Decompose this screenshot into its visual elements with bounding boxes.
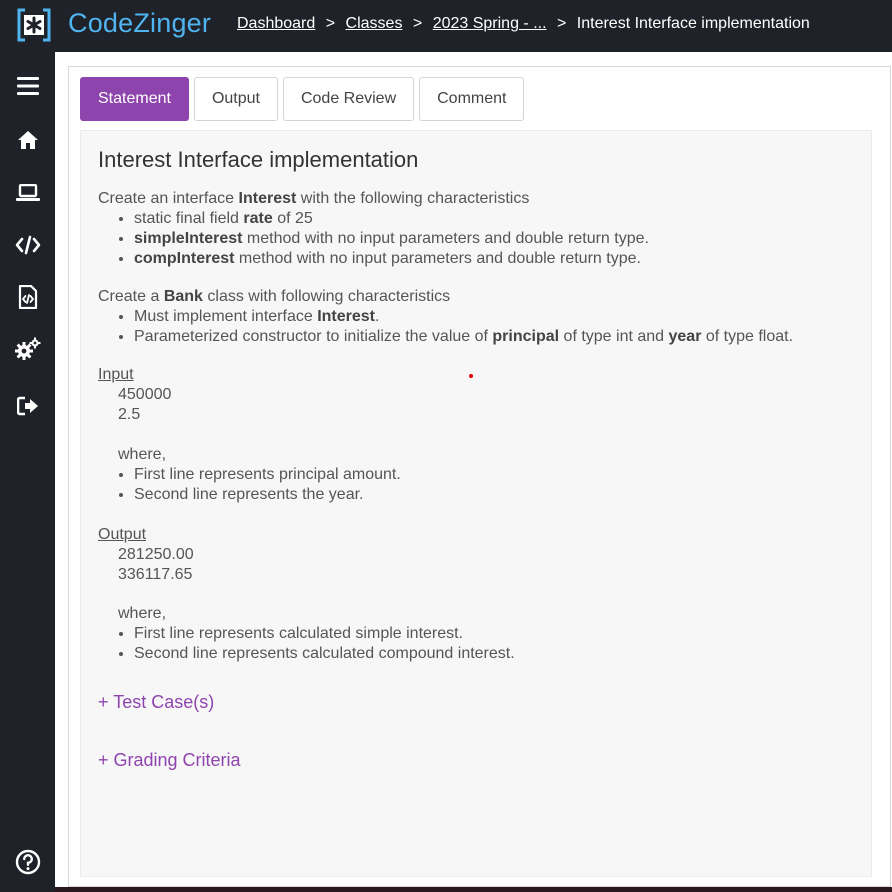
laptop-icon[interactable] [14,179,42,207]
output-line: 281250.00 [118,546,194,563]
list-item: static final field rate of 25 [134,209,854,229]
tab-bar: Statement Output Code Review Comment [80,77,529,121]
input-line: 2.5 [118,406,141,423]
where-label: where, [118,446,167,463]
code-icon[interactable] [14,231,42,259]
statement-content: Interest Interface implementation Create… [80,130,872,877]
output-notes: First line represents calculated simple … [134,624,854,664]
brand-name[interactable]: CodeZinger [68,8,211,39]
breadcrumb-separator: > [412,15,423,32]
logo-icon[interactable] [16,7,52,43]
code-file-icon[interactable] [14,283,42,311]
home-icon[interactable] [14,126,42,154]
problem-card: Statement Output Code Review Comment Int… [68,66,891,887]
list-item: Parameterized constructor to initialize … [134,327,854,347]
list-item: simpleInterest method with no input para… [134,229,854,249]
sidebar [0,52,55,892]
cursor-dot [469,374,473,378]
list-item: First line represents calculated simple … [134,624,854,644]
logout-icon[interactable] [14,392,42,420]
breadcrumb-separator: > [325,15,336,32]
top-bar: CodeZinger Dashboard > Classes > 2023 Sp… [0,0,892,52]
output-heading: Output [98,526,147,543]
breadcrumb-dashboard[interactable]: Dashboard [237,15,315,32]
class-requirements: Must implement interface Interest. Param… [134,307,854,347]
breadcrumb: Dashboard > Classes > 2023 Spring - ... … [237,15,810,33]
output-line: 336117.65 [118,566,193,583]
input-heading: Input [98,366,134,383]
settings-icon[interactable] [14,335,42,363]
bottom-strip [55,887,892,892]
list-item: First line represents principal amount. [134,465,854,485]
list-item: Second line represents calculated compou… [134,644,854,664]
where-label: where, [118,605,167,622]
tab-comment[interactable]: Comment [419,77,525,121]
help-icon[interactable] [14,848,42,876]
breadcrumb-classes[interactable]: Classes [346,15,403,32]
breadcrumb-class[interactable]: 2023 Spring - ... [433,15,547,32]
breadcrumb-current: Interest Interface implementation [576,15,810,32]
test-cases-toggle[interactable]: + Test Case(s) [98,692,854,712]
input-notes: First line represents principal amount. … [134,465,854,505]
breadcrumb-separator: > [556,15,567,32]
input-line: 450000 [118,386,172,403]
tab-statement[interactable]: Statement [80,77,189,121]
list-item: Must implement interface Interest. [134,307,854,327]
list-item: compInterest method with no input parame… [134,249,854,269]
list-item: Second line represents the year. [134,485,854,505]
class-intro: Create a Bank class with following chara… [98,288,451,305]
grading-criteria-toggle[interactable]: + Grading Criteria [98,750,854,770]
problem-title: Interest Interface implementation [98,147,419,172]
menu-icon[interactable] [14,72,42,100]
tab-output[interactable]: Output [193,77,278,121]
interface-requirements: static final field rate of 25 simpleInte… [134,209,854,269]
interface-intro: Create an interface Interest with the fo… [98,190,530,207]
main-panel: Statement Output Code Review Comment Int… [55,52,892,887]
tab-code-review[interactable]: Code Review [282,77,415,121]
